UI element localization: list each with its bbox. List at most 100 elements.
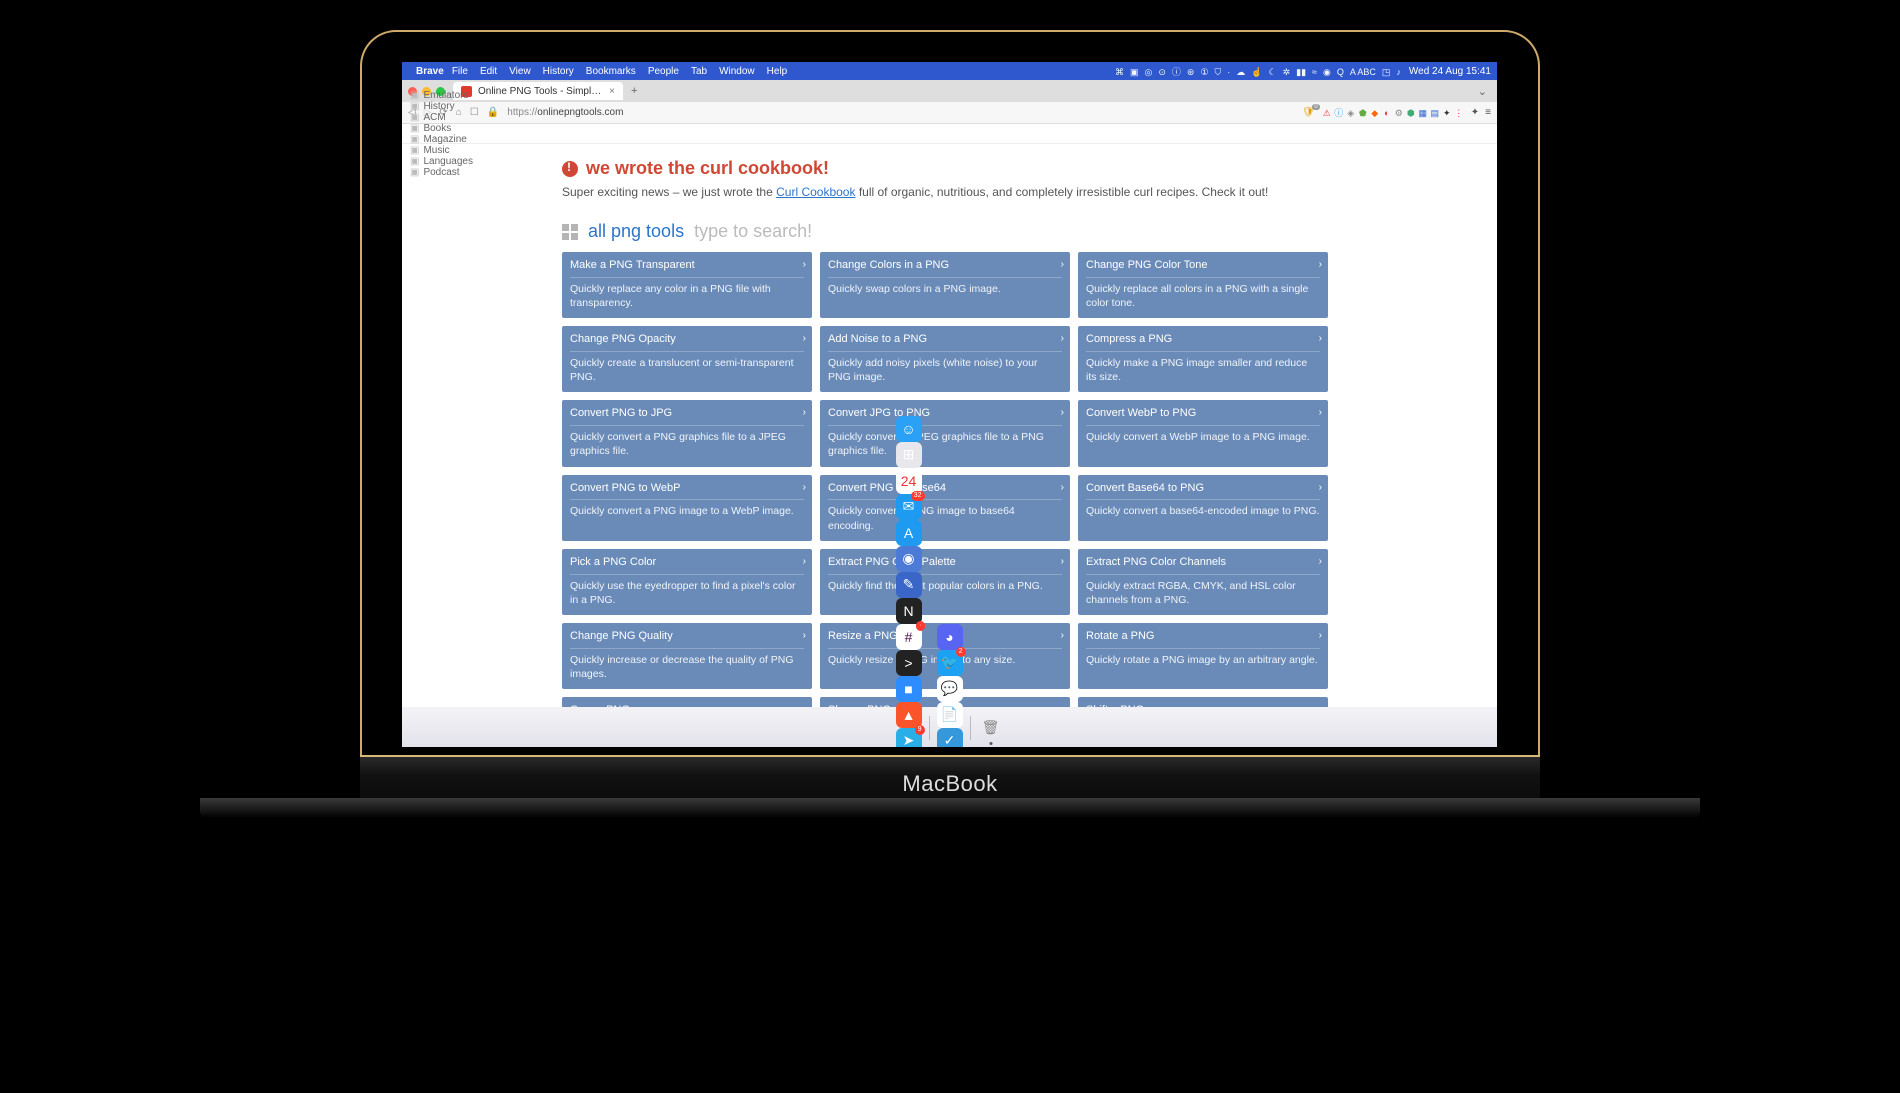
status-icon[interactable]: ☁ bbox=[1236, 67, 1245, 77]
extension-icon[interactable]: ◆ bbox=[1369, 107, 1381, 119]
tool-card[interactable]: Change PNG Opacity›Quickly create a tran… bbox=[562, 326, 812, 392]
status-icon[interactable]: ◎ bbox=[1144, 67, 1152, 77]
menu-help[interactable]: Help bbox=[767, 66, 788, 77]
status-icon[interactable]: ☝ bbox=[1251, 67, 1262, 77]
menu-tab[interactable]: Tab bbox=[691, 66, 707, 77]
tool-card[interactable]: Extract PNG Color Palette›Quickly find t… bbox=[820, 549, 1070, 615]
extension-icon[interactable]: ⋮ bbox=[1453, 107, 1465, 119]
brave-shield-icon[interactable]: 🛡0 bbox=[1302, 107, 1315, 118]
bookmark-podcast[interactable]: ▣Podcast bbox=[410, 167, 473, 178]
dock-app-discord[interactable]: ◕ bbox=[937, 624, 963, 650]
status-icon[interactable]: ☾ bbox=[1269, 67, 1277, 77]
dock-app-keynote[interactable]: ✎ bbox=[896, 572, 922, 598]
status-icon[interactable]: ✲ bbox=[1283, 67, 1291, 77]
tool-card[interactable]: Convert WebP to PNG›Quickly convert a We… bbox=[1078, 400, 1328, 466]
status-icon[interactable]: ◉ bbox=[1323, 67, 1331, 77]
extension-icon[interactable]: ⚠ bbox=[1321, 107, 1333, 119]
tool-card[interactable]: Pick a PNG Color›Quickly use the eyedrop… bbox=[562, 549, 812, 615]
tool-card[interactable]: Convert PNG to WebP›Quickly convert a PN… bbox=[562, 475, 812, 541]
bookmark-magazine[interactable]: ▣Magazine bbox=[410, 134, 473, 145]
tool-card[interactable]: Make a PNG Transparent›Quickly replace a… bbox=[562, 252, 812, 318]
extension-icon[interactable]: ▤ bbox=[1429, 107, 1441, 119]
menu-button[interactable]: ≡ bbox=[1485, 107, 1491, 118]
dock-app-twitter[interactable]: 🐦2 bbox=[937, 650, 963, 676]
curl-cookbook-link[interactable]: Curl Cookbook bbox=[776, 185, 855, 199]
tool-card[interactable]: Convert PNG to Base64›Quickly convert a … bbox=[820, 475, 1070, 541]
menu-bookmarks[interactable]: Bookmarks bbox=[586, 66, 636, 77]
dock-app-mail[interactable]: ✉32 bbox=[896, 494, 922, 520]
bookmark-languages[interactable]: ▣Languages bbox=[410, 156, 473, 167]
menu-file[interactable]: File bbox=[452, 66, 468, 77]
extension-icon[interactable]: ◐ bbox=[1381, 107, 1393, 119]
bookmark-emulators[interactable]: ▣Emulators bbox=[410, 90, 473, 101]
tool-card[interactable]: Convert JPG to PNG›Quickly convert a JPE… bbox=[820, 400, 1070, 466]
menu-view[interactable]: View bbox=[509, 66, 531, 77]
tool-card[interactable]: Change Colors in a PNG›Quickly swap colo… bbox=[820, 252, 1070, 318]
dock-app-todo2[interactable]: ✓ bbox=[937, 728, 963, 748]
status-icon[interactable]: ≈ bbox=[1312, 67, 1317, 77]
dock-app-brave[interactable]: ▲ bbox=[896, 702, 922, 728]
status-icon[interactable]: ⌘ bbox=[1115, 67, 1124, 77]
app-menu[interactable]: Brave bbox=[416, 66, 444, 77]
menu-people[interactable]: People bbox=[648, 66, 679, 77]
status-icon[interactable]: ⛉ bbox=[1215, 67, 1222, 77]
tool-card[interactable]: Change PNG Quality›Quickly increase or d… bbox=[562, 623, 812, 689]
dock-app-launchpad[interactable]: ⊞ bbox=[896, 442, 922, 468]
dock-app-finder[interactable]: ☺ bbox=[896, 416, 922, 442]
dock-app-calendar[interactable]: 24 bbox=[896, 468, 922, 494]
dock-app-zoom[interactable]: ■ bbox=[896, 676, 922, 702]
extensions-button[interactable]: ✦ bbox=[1471, 107, 1479, 118]
status-icon[interactable]: ▣ bbox=[1130, 67, 1139, 77]
bookmark-books[interactable]: ▣Books bbox=[410, 123, 473, 134]
dock-app-globe[interactable]: ◉ bbox=[896, 546, 922, 572]
dock-app-chat[interactable]: 💬 bbox=[937, 676, 963, 702]
bookmark-music[interactable]: ▣Music bbox=[410, 145, 473, 156]
search-input[interactable] bbox=[694, 221, 926, 242]
menu-edit[interactable]: Edit bbox=[480, 66, 497, 77]
bookmark-history[interactable]: ▣History bbox=[410, 101, 473, 112]
tool-card[interactable]: Convert Base64 to PNG›Quickly convert a … bbox=[1078, 475, 1328, 541]
menu-history[interactable]: History bbox=[543, 66, 574, 77]
extension-icon[interactable]: ⚙ bbox=[1393, 107, 1405, 119]
dock-app-telegram[interactable]: ➤9 bbox=[896, 728, 922, 748]
extension-icon[interactable]: ⬟ bbox=[1357, 107, 1369, 119]
tool-card[interactable]: Shift a PNG›Quickly shift a PNG and swap… bbox=[1078, 697, 1328, 707]
extension-icon[interactable]: ✦ bbox=[1441, 107, 1453, 119]
dock-app-stack[interactable]: 📄 bbox=[937, 702, 963, 728]
browser-tab[interactable]: Online PNG Tools - Simple, fre × bbox=[453, 82, 623, 100]
clock[interactable]: Wed 24 Aug 15:41 bbox=[1409, 66, 1491, 77]
dock-app-notion[interactable]: N bbox=[896, 598, 922, 624]
tool-card[interactable]: Rotate a PNG›Quickly rotate a PNG image … bbox=[1078, 623, 1328, 689]
tool-card[interactable]: Change PNG Color Tone›Quickly replace al… bbox=[1078, 252, 1328, 318]
extension-icon[interactable]: ▦ bbox=[1417, 107, 1429, 119]
tool-card[interactable]: Convert PNG to JPG›Quickly convert a PNG… bbox=[562, 400, 812, 466]
status-icon[interactable]: ① bbox=[1200, 67, 1208, 77]
dock-app-terminal[interactable]: > bbox=[896, 650, 922, 676]
tabs-dropdown-button[interactable]: ⌄ bbox=[1478, 85, 1497, 98]
status-icon[interactable]: Q bbox=[1337, 67, 1344, 77]
extension-icon[interactable]: ⓘ bbox=[1333, 106, 1345, 118]
status-icon[interactable]: ⓘ bbox=[1172, 67, 1181, 77]
tool-card[interactable]: Compress a PNG›Quickly make a PNG image … bbox=[1078, 326, 1328, 392]
dock-app-appstore[interactable]: A bbox=[896, 520, 922, 546]
status-icon[interactable]: ▮▮ bbox=[1296, 67, 1306, 77]
dock-app-trash[interactable]: 🗑 bbox=[978, 715, 1004, 741]
extension-icon[interactable]: ◈ bbox=[1345, 107, 1357, 119]
extension-icon[interactable]: ⬢ bbox=[1405, 107, 1417, 119]
close-tab-button[interactable]: × bbox=[609, 86, 615, 97]
url-display[interactable]: https://onlinepngtools.com bbox=[507, 107, 623, 118]
status-icon[interactable]: ⊙ bbox=[1158, 67, 1166, 77]
dock-app-slack[interactable]: #· bbox=[896, 624, 922, 650]
lock-icon[interactable]: 🔒 bbox=[487, 107, 499, 118]
status-icon[interactable]: A ABC bbox=[1350, 67, 1376, 77]
bookmark-acm[interactable]: ▣ACM bbox=[410, 112, 473, 123]
new-tab-button[interactable]: + bbox=[631, 85, 637, 97]
status-icon[interactable]: ⊛ bbox=[1187, 67, 1195, 77]
menu-window[interactable]: Window bbox=[719, 66, 755, 77]
tool-card[interactable]: Crop a PNG›Quickly crop a PNG image. bbox=[562, 697, 812, 707]
status-icon[interactable]: ◳ bbox=[1382, 67, 1391, 77]
tool-card[interactable]: Add Noise to a PNG›Quickly add noisy pix… bbox=[820, 326, 1070, 392]
tool-card[interactable]: Extract PNG Color Channels›Quickly extra… bbox=[1078, 549, 1328, 615]
status-icon[interactable]: ♪ bbox=[1396, 67, 1401, 77]
status-icon[interactable]: · bbox=[1227, 67, 1230, 77]
